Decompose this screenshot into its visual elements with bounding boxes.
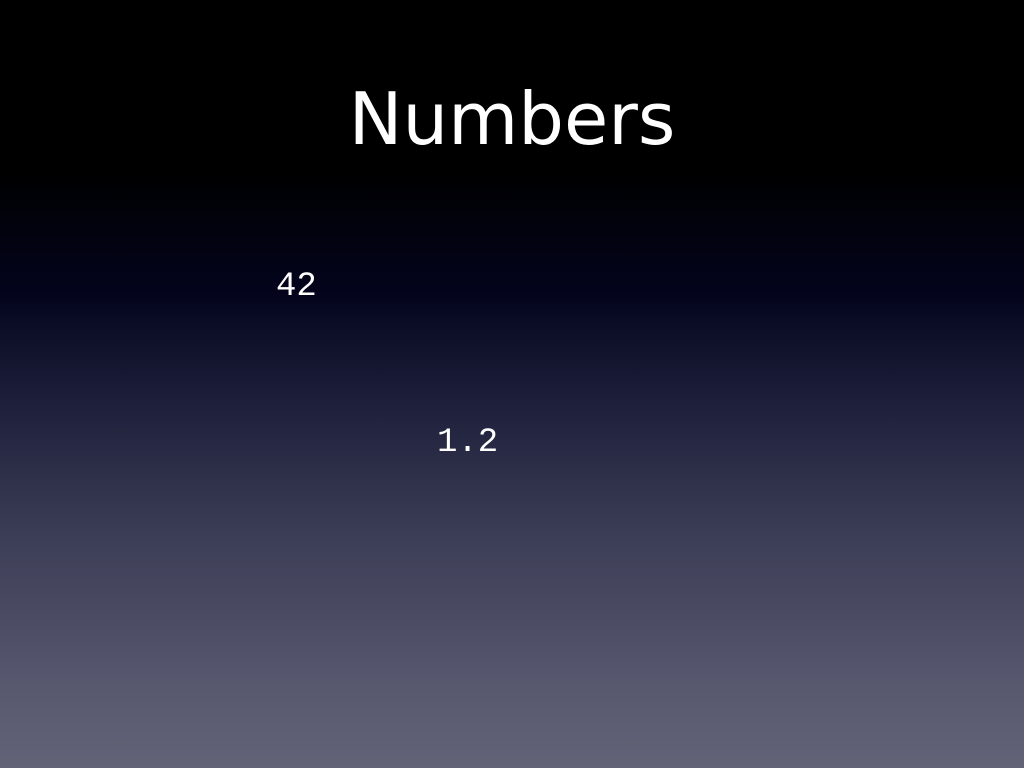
slide-title: Numbers	[348, 77, 676, 161]
slide: Numbers 42 1.2	[0, 0, 1024, 768]
integer-example: 42	[276, 268, 317, 306]
float-example: 1.2	[437, 424, 499, 462]
